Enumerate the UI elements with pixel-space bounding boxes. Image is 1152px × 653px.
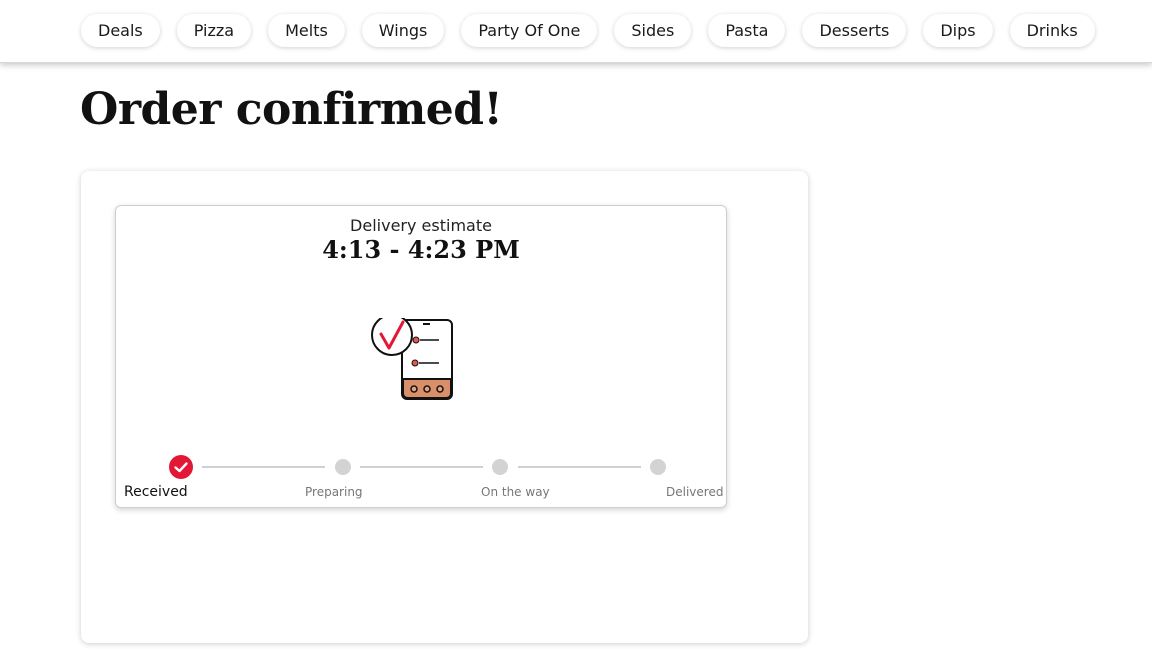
nav-item-pizza[interactable]: Pizza xyxy=(176,14,252,47)
check-icon xyxy=(174,462,188,473)
category-nav-bar: Deals Pizza Melts Wings Party Of One Sid… xyxy=(0,0,1152,63)
step-preparing-dot xyxy=(335,459,351,475)
nav-item-drinks[interactable]: Drinks xyxy=(1009,14,1095,47)
nav-item-sides[interactable]: Sides xyxy=(614,14,692,47)
nav-item-dips[interactable]: Dips xyxy=(923,14,993,47)
step-label-received: Received xyxy=(124,484,188,500)
step-on-the-way-dot xyxy=(492,459,508,475)
progress-connector xyxy=(360,466,483,468)
step-label-on-the-way: On the way xyxy=(481,485,550,499)
page-title: Order confirmed! xyxy=(80,84,503,135)
delivery-estimate-label: Delivery estimate xyxy=(350,216,492,235)
delivery-estimate-time: 4:13 - 4:23 PM xyxy=(322,235,520,264)
nav-item-wings[interactable]: Wings xyxy=(361,14,445,47)
step-delivered-dot xyxy=(650,459,666,475)
order-status-card: Delivery estimate 4:13 - 4:23 PM Receive… xyxy=(81,171,808,643)
progress-connector xyxy=(518,466,641,468)
step-label-preparing: Preparing xyxy=(305,485,363,499)
nav-item-pasta[interactable]: Pasta xyxy=(708,14,786,47)
nav-item-desserts[interactable]: Desserts xyxy=(802,14,907,47)
phone-order-check-icon xyxy=(371,318,453,400)
progress-connector xyxy=(202,466,325,468)
nav-item-melts[interactable]: Melts xyxy=(268,14,345,47)
step-received-check-icon xyxy=(169,455,193,479)
order-progress-tracker: Received Preparing On the way Delivered xyxy=(116,454,726,504)
nav-item-deals[interactable]: Deals xyxy=(81,14,160,47)
delivery-tracker-card: Delivery estimate 4:13 - 4:23 PM Receive… xyxy=(115,205,727,508)
category-nav: Deals Pizza Melts Wings Party Of One Sid… xyxy=(81,14,1095,47)
step-label-delivered: Delivered xyxy=(666,485,724,499)
nav-item-party-of-one[interactable]: Party Of One xyxy=(461,14,598,47)
